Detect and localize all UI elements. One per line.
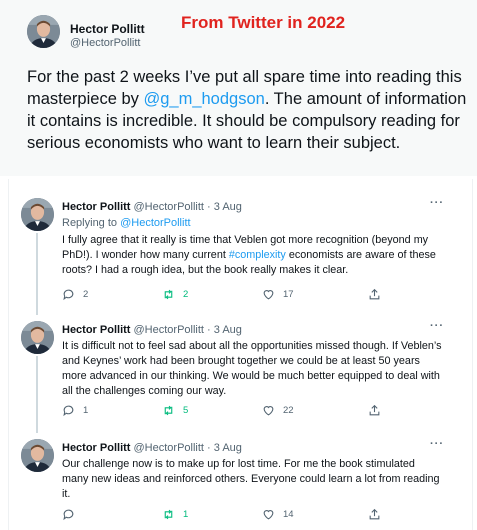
avatar[interactable] bbox=[21, 439, 54, 472]
reply-text: It is difficult not to feel sad about al… bbox=[62, 340, 442, 397]
reply-tweet[interactable]: Hector Pollitt @HectorPollitt · 3 Aug ··… bbox=[9, 417, 472, 530]
reply-button[interactable] bbox=[62, 508, 83, 521]
retweet-count: 2 bbox=[183, 289, 189, 300]
author-meta: @HectorPollitt · 3 Aug bbox=[133, 324, 242, 336]
thread-line bbox=[36, 356, 38, 423]
share-icon bbox=[369, 508, 380, 520]
reply-icon bbox=[63, 289, 74, 301]
hashtag-link[interactable]: #complexity bbox=[229, 249, 286, 261]
heart-icon bbox=[263, 406, 274, 416]
like-count: 22 bbox=[283, 405, 294, 416]
mention-link[interactable]: @HectorPollitt bbox=[120, 217, 190, 229]
reply-header: Hector Pollitt @HectorPollitt · 3 Aug bbox=[62, 442, 242, 454]
author-name[interactable]: Hector Pollitt bbox=[62, 324, 130, 336]
retweet-icon bbox=[164, 509, 173, 520]
avatar[interactable] bbox=[21, 198, 54, 231]
more-options-icon[interactable]: ··· bbox=[430, 197, 444, 209]
reply-button[interactable]: 2 bbox=[62, 288, 88, 301]
replies-list: Hector Pollitt @HectorPollitt · 3 Aug ··… bbox=[8, 179, 473, 530]
replying-label: Replying to bbox=[62, 217, 121, 229]
reply-text: Our challenge now is to make up for lost… bbox=[62, 458, 440, 500]
retweet-icon bbox=[164, 289, 173, 300]
reply-icon bbox=[63, 405, 74, 417]
thread-line bbox=[36, 299, 38, 315]
retweet-button[interactable]: 2 bbox=[162, 288, 188, 301]
retweet-button[interactable]: 1 bbox=[162, 508, 188, 521]
like-button[interactable]: 17 bbox=[262, 288, 294, 301]
reply-icon bbox=[63, 509, 74, 521]
avatar[interactable] bbox=[21, 321, 54, 354]
share-icon bbox=[369, 404, 380, 416]
reply-tweet[interactable]: Hector Pollitt @HectorPollitt · 3 Aug ··… bbox=[9, 179, 472, 305]
like-button[interactable]: 14 bbox=[262, 508, 294, 521]
retweet-count: 1 bbox=[183, 509, 189, 520]
reply-text: I fully agree that it really is time tha… bbox=[62, 233, 442, 278]
reply-header: Hector Pollitt @HectorPollitt · 3 Aug bbox=[62, 201, 242, 213]
author-name[interactable]: Hector Pollitt bbox=[62, 442, 130, 454]
mention-link[interactable]: @g_m_hodgson bbox=[143, 90, 264, 108]
heart-icon bbox=[263, 290, 274, 300]
author-meta: @HectorPollitt · 3 Aug bbox=[133, 442, 242, 454]
author-name[interactable]: Hector Pollitt bbox=[70, 22, 145, 36]
author-name[interactable]: Hector Pollitt bbox=[62, 201, 130, 213]
retweet-count: 5 bbox=[183, 405, 189, 416]
reply-tweet[interactable]: Hector Pollitt @HectorPollitt · 3 Aug ··… bbox=[9, 299, 472, 423]
thread-line bbox=[36, 417, 38, 433]
caption-label: From Twitter in 2022 bbox=[181, 13, 346, 32]
action-bar: 1 14 bbox=[62, 508, 392, 524]
main-tweet: Hector Pollitt @HectorPollitt From Twitt… bbox=[0, 0, 477, 176]
share-button[interactable] bbox=[368, 508, 381, 524]
share-icon bbox=[369, 288, 380, 300]
reply-count: 1 bbox=[83, 405, 89, 416]
like-button[interactable]: 22 bbox=[262, 404, 294, 417]
like-count: 14 bbox=[283, 509, 294, 520]
replying-to: Replying to @HectorPollitt bbox=[62, 217, 191, 229]
avatar[interactable] bbox=[27, 15, 60, 48]
tweet-text: For the past 2 weeks I’ve put all spare … bbox=[27, 66, 472, 154]
thread-line bbox=[36, 233, 38, 305]
retweet-icon bbox=[164, 405, 173, 416]
heart-icon bbox=[263, 510, 274, 520]
reply-header: Hector Pollitt @HectorPollitt · 3 Aug bbox=[62, 324, 242, 336]
reply-button[interactable]: 1 bbox=[62, 404, 88, 417]
retweet-button[interactable]: 5 bbox=[162, 404, 188, 417]
author-meta: @HectorPollitt · 3 Aug bbox=[133, 201, 242, 213]
author-handle[interactable]: @HectorPollitt bbox=[70, 37, 140, 49]
reply-count: 2 bbox=[83, 289, 89, 300]
share-button[interactable] bbox=[368, 404, 381, 420]
more-options-icon[interactable]: ··· bbox=[430, 320, 444, 332]
like-count: 17 bbox=[283, 289, 294, 300]
action-bar: 1 5 22 bbox=[62, 404, 392, 420]
more-options-icon[interactable]: ··· bbox=[430, 438, 444, 450]
